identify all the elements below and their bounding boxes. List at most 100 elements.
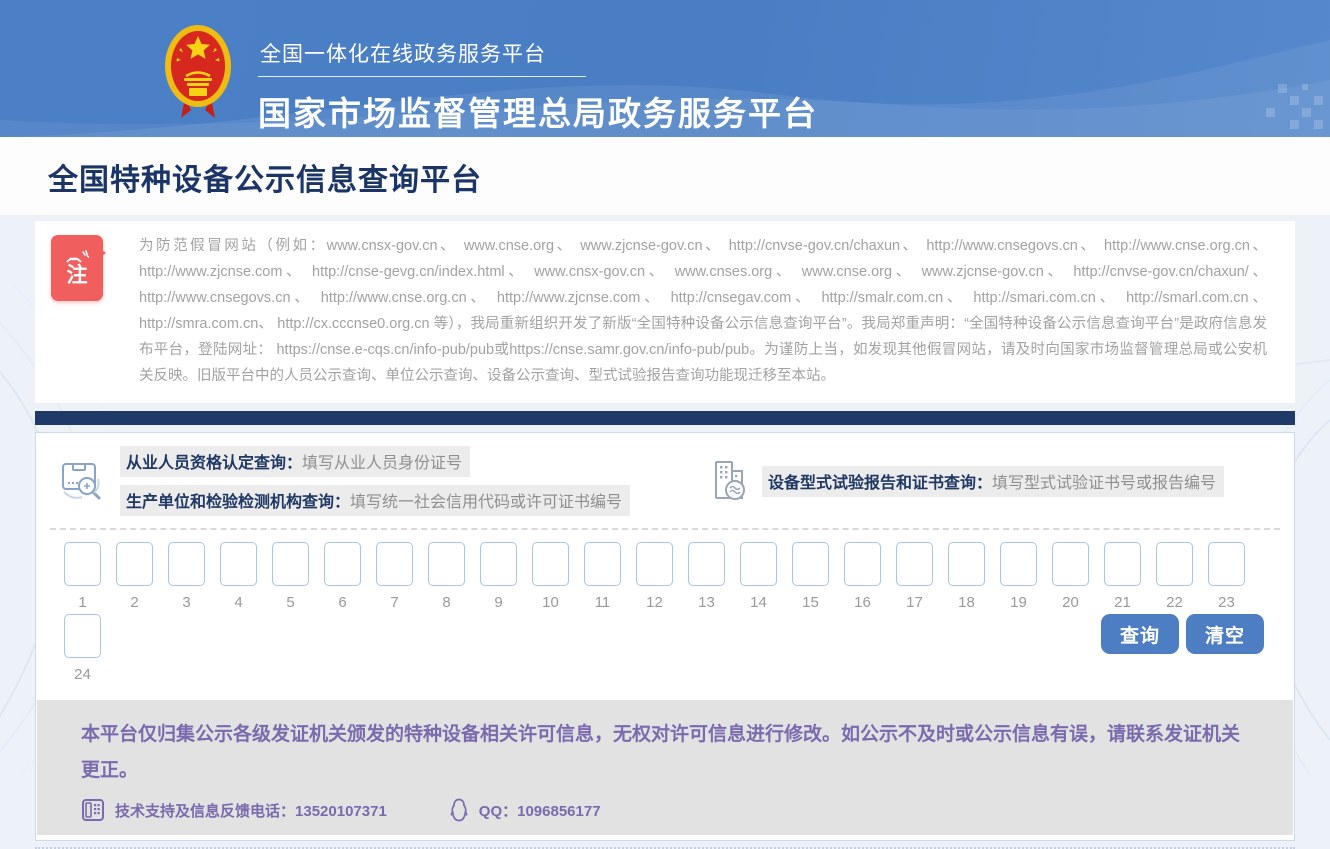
code-box-number: 20 (1062, 594, 1079, 612)
phone-icon (81, 798, 105, 822)
code-box-number: 19 (1010, 594, 1027, 612)
code-box-number: 16 (854, 594, 871, 612)
code-box-number: 13 (698, 594, 715, 612)
code-char-input-22[interactable] (1156, 542, 1193, 586)
code-char-input-9[interactable] (480, 542, 517, 586)
device-query-hint: 填写型式试验证书号或报告编号 (992, 475, 1216, 492)
code-char-input-19[interactable] (1000, 542, 1037, 586)
code-char-input-3[interactable] (168, 542, 205, 586)
phone-contact: 技术支持及信息反馈电话：13520107371 (81, 798, 387, 822)
code-char-input-14[interactable] (740, 542, 777, 586)
code-char-input-6[interactable] (324, 542, 361, 586)
code-box-cell: 12 (636, 542, 673, 612)
code-box-number: 14 (750, 594, 767, 612)
person-query-label: 从业人员资格认定查询： (126, 455, 302, 472)
code-box-cell: 5 (272, 542, 309, 612)
site-header: 全国一体化在线政务服务平台 国家市场监督管理总局政务服务平台 (0, 0, 1330, 137)
code-char-input-24[interactable] (64, 614, 101, 658)
code-char-input-2[interactable] (116, 542, 153, 586)
company-query-label: 生产单位和检验检测机构查询： (126, 494, 350, 511)
code-box-number: 2 (130, 594, 138, 612)
clear-button[interactable]: 清空 (1186, 614, 1264, 654)
code-box-number: 4 (234, 594, 242, 612)
code-box-number: 6 (338, 594, 346, 612)
site-title: 国家市场监督管理总局政务服务平台 (258, 87, 818, 135)
device-query-line: 设备型式试验报告和证书查询：填写型式试验证书号或报告编号 (762, 466, 1224, 497)
code-box-cell: 2 (116, 542, 153, 612)
code-box-cell: 17 (896, 542, 933, 612)
person-query-hint: 填写从业人员身份证号 (302, 455, 462, 472)
code-box-cell: 21 (1104, 542, 1141, 612)
code-char-input-8[interactable] (428, 542, 465, 586)
code-box-cell: 23 (1208, 542, 1245, 612)
code-box-number: 1 (78, 594, 86, 612)
code-box-cell: 18 (948, 542, 985, 612)
qq-penguin-icon (449, 798, 469, 822)
code-box-number: 18 (958, 594, 975, 612)
disclaimer-text: 本平台仅归集公示各级发证机关颁发的特种设备相关许可信息，无权对许可信息进行修改。… (81, 717, 1249, 789)
code-box-cell: 15 (792, 542, 829, 612)
building-icon (706, 459, 748, 503)
code-box-number: 22 (1166, 594, 1183, 612)
code-box-cell: 4 (220, 542, 257, 612)
person-company-query-group: 从业人员资格认定查询：填写从业人员身份证号 生产单位和检验检测机构查询：填写统一… (60, 446, 630, 516)
code-char-input-10[interactable] (532, 542, 569, 586)
device-query-group: 设备型式试验报告和证书查询：填写型式试验证书号或报告编号 (706, 459, 1224, 503)
phone-label: 技术支持及信息反馈电话： (115, 803, 295, 820)
code-box-number: 9 (494, 594, 502, 612)
code-char-input-16[interactable] (844, 542, 881, 586)
panel-footer: 本平台仅归集公示各级发证机关颁发的特种设备相关许可信息，无权对许可信息进行修改。… (37, 700, 1293, 835)
code-box-cell: 24 (64, 614, 101, 684)
code-box-cell: 20 (1052, 542, 1089, 612)
code-box-cell: 10 (532, 542, 569, 612)
code-box-cell: 22 (1156, 542, 1193, 612)
code-box-number: 8 (442, 594, 450, 612)
notice-badge: 注 (51, 235, 103, 301)
code-char-input-18[interactable] (948, 542, 985, 586)
code-char-input-21[interactable] (1104, 542, 1141, 586)
code-char-input-20[interactable] (1052, 542, 1089, 586)
code-box-cell: 11 (584, 542, 621, 612)
code-char-input-17[interactable] (896, 542, 933, 586)
document-search-icon (60, 459, 106, 503)
code-input-area: 1234567891011121314151617181920212223 24… (36, 530, 1294, 686)
code-char-input-23[interactable] (1208, 542, 1245, 586)
code-box-number: 11 (595, 594, 611, 612)
code-box-number: 23 (1218, 594, 1235, 612)
code-char-input-1[interactable] (64, 542, 101, 586)
phone-number: 13520107371 (295, 803, 387, 820)
notice-badge-label: 注 (67, 265, 88, 286)
qq-contact: QQ：1096856177 (449, 798, 601, 822)
company-query-line: 生产单位和检验检测机构查询：填写统一社会信用代码或许可证书编号 (120, 485, 630, 516)
code-char-input-13[interactable] (688, 542, 725, 586)
search-button[interactable]: 查询 (1101, 614, 1179, 654)
title-band: 全国特种设备公示信息查询平台 (0, 137, 1330, 215)
code-box-cell: 9 (480, 542, 517, 612)
notice-text: 为防范假冒网站（例如：www.cnsx-gov.cn、 www.cnse.org… (139, 233, 1281, 389)
platform-label: 全国一体化在线政务服务平台 (258, 38, 586, 77)
national-emblem (163, 22, 233, 122)
company-query-hint: 填写统一社会信用代码或许可证书编号 (350, 494, 622, 511)
code-box-cell: 8 (428, 542, 465, 612)
code-box-number: 10 (542, 594, 559, 612)
code-char-input-4[interactable] (220, 542, 257, 586)
code-box-number: 15 (802, 594, 819, 612)
code-char-input-15[interactable] (792, 542, 829, 586)
code-box-number: 24 (74, 666, 91, 684)
person-query-line: 从业人员资格认定查询：填写从业人员身份证号 (120, 446, 470, 477)
code-char-input-5[interactable] (272, 542, 309, 586)
code-box-number: 7 (390, 594, 398, 612)
device-query-label: 设备型式试验报告和证书查询： (768, 475, 992, 492)
code-box-cell: 19 (1000, 542, 1037, 612)
navy-divider-bar (35, 411, 1295, 425)
code-char-input-12[interactable] (636, 542, 673, 586)
qq-label: QQ： (479, 803, 517, 820)
code-char-input-11[interactable] (584, 542, 621, 586)
query-panel: 从业人员资格认定查询：填写从业人员身份证号 生产单位和检验检测机构查询：填写统一… (35, 432, 1295, 841)
code-box-cell: 16 (844, 542, 881, 612)
code-box-row-1: 1234567891011121314151617181920212223 (64, 542, 1266, 612)
code-box-number: 17 (906, 594, 923, 612)
page-title: 全国特种设备公示信息查询平台 (48, 155, 1330, 199)
code-char-input-7[interactable] (376, 542, 413, 586)
qq-number: 1096856177 (517, 803, 600, 820)
